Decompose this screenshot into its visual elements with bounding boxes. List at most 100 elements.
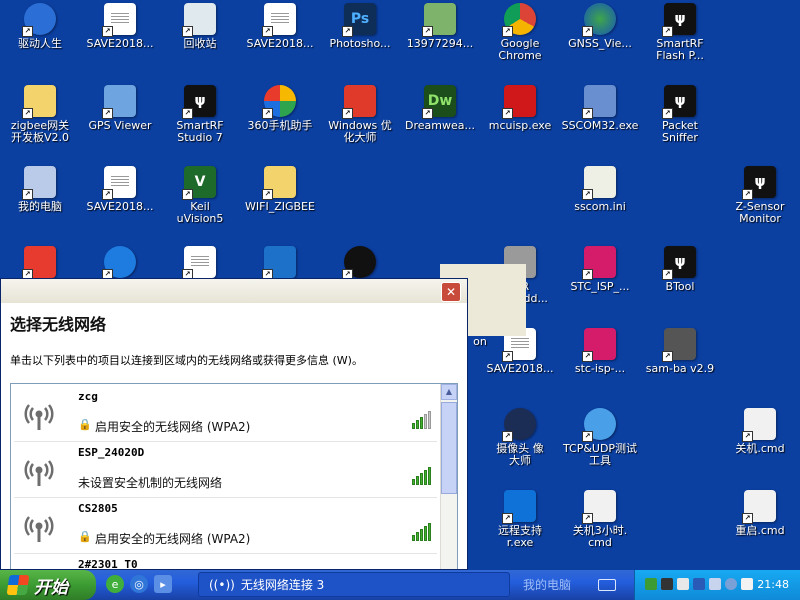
browser-icon[interactable]: ◎ xyxy=(130,575,148,593)
desktop-icon[interactable]: ↗ SAVE2018... xyxy=(80,3,160,50)
network-item[interactable]: CS2805 🔒 启用安全的无线网络 (WPA2) xyxy=(14,499,437,554)
shortcut-arrow-icon: ↗ xyxy=(422,26,433,37)
desktop-icon[interactable]: ↗ 关机.cmd xyxy=(720,408,800,455)
shortcut-arrow-icon: ↗ xyxy=(182,108,193,119)
desktop-icon[interactable]: ↗ stc-isp-... xyxy=(560,328,640,375)
taskbar: 开始 e ◎ ▸ ((•)) 无线网络连接 3 我的电脑 21:48 xyxy=(0,570,800,600)
ie-green-icon[interactable]: e xyxy=(106,575,124,593)
volume-tray-icon[interactable] xyxy=(725,578,737,590)
desktop-icon[interactable]: Dw ↗ Dreamwea... xyxy=(400,85,480,132)
desktop-icon[interactable]: ↗ xyxy=(320,246,400,281)
network-list[interactable]: zcg 🔒 启用安全的无线网络 (WPA2) ESP_24020D 未设置安全机制的无线… xyxy=(10,383,458,569)
desktop-icon[interactable]: ↗ GNSS_Vie... xyxy=(560,3,640,50)
desktop-icon[interactable]: ↗ sscom.ini xyxy=(560,166,640,213)
dreamweaver-icon: Dw ↗ xyxy=(422,85,456,119)
desktop-icon[interactable]: ↗ 远程支持 r.exe xyxy=(480,490,560,549)
shortcut-arrow-icon: ↗ xyxy=(182,189,193,200)
desktop-icon[interactable]: ↗ Google Chrome xyxy=(480,3,560,62)
start-button[interactable]: 开始 xyxy=(0,570,96,600)
desktop-icon[interactable]: ↗ 360手机助手 xyxy=(240,85,320,132)
desktop-icon[interactable]: ↗ SAVE2018... xyxy=(80,166,160,213)
wireless-antenna-icon xyxy=(22,453,56,487)
desktop-icon[interactable]: ψ ↗ Packet Sniffer xyxy=(640,85,720,144)
desktop-icon[interactable]: ↗ 关机3小时. cmd xyxy=(560,490,640,549)
taskbar-button-wireless[interactable]: ((•)) 无线网络连接 3 xyxy=(198,572,510,597)
desktop-icon[interactable]: ↗ xyxy=(160,246,240,281)
close-button[interactable]: ✕ xyxy=(441,282,461,302)
desktop-icon-label: SSCOM32.exe xyxy=(561,119,639,132)
ti-logo-icon: ψ ↗ xyxy=(742,166,776,200)
desktop-icon[interactable]: ↗ xyxy=(0,246,80,281)
media-icon[interactable]: ▸ xyxy=(154,575,172,593)
scroll-thumb[interactable] xyxy=(441,402,457,494)
desktop-icon[interactable]: ↗ mcuisp.exe xyxy=(480,85,560,132)
desktop-icon[interactable]: ↗ 我的电脑 xyxy=(0,166,80,213)
display-tray-icon[interactable] xyxy=(693,578,705,590)
network-item[interactable]: ESP_24020D 未设置安全机制的无线网络 xyxy=(14,443,437,498)
desktop-icon[interactable]: ↗ STC_ISP_... xyxy=(560,246,640,293)
desktop-icon-label: 远程支持 r.exe xyxy=(498,524,542,549)
desktop-icon[interactable]: ↗ 驱动人生 xyxy=(0,3,80,50)
desktop-icon[interactable]: ↗ xyxy=(240,246,320,281)
phone-tray-icon[interactable] xyxy=(741,578,753,590)
clock[interactable]: 21:48 xyxy=(757,578,789,591)
keyboard-icon[interactable] xyxy=(598,579,616,591)
blue-arrow-icon: ↗ xyxy=(102,246,136,280)
wireless-network-dialog[interactable]: ✕ 选择无线网络 单击以下列表中的项目以连接到区域内的无线网络或获得更多信息 (… xyxy=(0,278,468,570)
flag-tray-icon[interactable] xyxy=(677,578,689,590)
desktop-icon-label: Keil uVision5 xyxy=(176,200,224,225)
network-security: 未设置安全机制的无线网络 xyxy=(78,476,223,490)
recycle-bin-icon: ↗ xyxy=(182,3,216,37)
desktop-icon[interactable]: ↗ xyxy=(80,246,160,281)
desktop-icon-label: 我的电脑 xyxy=(18,200,62,213)
desktop-icon-label: Packet Sniffer xyxy=(662,119,698,144)
toolbar-label[interactable]: 我的电脑 xyxy=(523,576,571,593)
shortcut-arrow-icon: ↗ xyxy=(662,351,673,362)
shortcut-arrow-icon: ↗ xyxy=(582,269,593,280)
building-icon: ↗ xyxy=(582,85,616,119)
desktop-icon[interactable]: ↗ WIFI_ZIGBEE xyxy=(240,166,320,213)
desktop-icon[interactable]: ↗ GPS Viewer xyxy=(80,85,160,132)
desktop-icon[interactable]: ↗ sam-ba v2.9 xyxy=(640,328,720,375)
desktop-icon[interactable]: ψ ↗ BTool xyxy=(640,246,720,293)
desktop-icon-label: Dreamwea... xyxy=(405,119,475,132)
scroll-up-arrow-icon[interactable]: ▲ xyxy=(441,384,457,400)
desktop-icon[interactable]: ↗ 回收站 xyxy=(160,3,240,50)
desktop-icon[interactable]: Ps ↗ Photosho... xyxy=(320,3,400,50)
shortcut-arrow-icon: ↗ xyxy=(582,108,593,119)
desktop-icon[interactable]: ↗ zigbee网关 开发板V2.0 xyxy=(0,85,80,144)
shortcut-arrow-icon: ↗ xyxy=(582,26,593,37)
network-tray-icon[interactable] xyxy=(645,578,657,590)
desktop-icon[interactable]: ↗ 重启.cmd xyxy=(720,490,800,537)
desktop-icon-label: stc-isp-... xyxy=(574,362,626,375)
desktop-icon[interactable]: ψ ↗ SmartRF Flash P... xyxy=(640,3,720,62)
desktop-icon-label: zigbee网关 开发板V2.0 xyxy=(10,119,70,144)
desktop-icon[interactable]: ↗ 13977294... xyxy=(400,3,480,50)
shortcut-arrow-icon: ↗ xyxy=(422,108,433,119)
camera-tray-icon[interactable] xyxy=(661,578,673,590)
desktop-icon[interactable]: ↗ SSCOM32.exe xyxy=(560,85,640,132)
desktop-icon-label: 关机3小时. cmd xyxy=(572,524,628,549)
scrollbar[interactable]: ▲ xyxy=(440,384,457,569)
desktop-icon[interactable]: ↗ 摄像头 像 大师 xyxy=(480,408,560,467)
desktop-icon[interactable]: ↗ SAVE2018... xyxy=(240,3,320,50)
ti-logo-icon: ψ ↗ xyxy=(662,85,696,119)
desktop-icon[interactable]: ψ ↗ Z-Sensor Monitor xyxy=(720,166,800,225)
desktop-icon-label: SAVE2018... xyxy=(86,37,154,50)
network-security: 启用安全的无线网络 (WPA2) xyxy=(95,420,251,434)
desktop-icon[interactable]: ψ ↗ SmartRF Studio 7 xyxy=(160,85,240,144)
signal-strength-icon xyxy=(411,465,431,485)
wireless-antenna-icon xyxy=(22,509,56,543)
printer-tray-icon[interactable] xyxy=(709,578,721,590)
qq-penguin-icon: ↗ xyxy=(342,246,376,280)
document-icon: ↗ xyxy=(102,3,136,37)
desktop-icon[interactable]: V ↗ Keil uVision5 xyxy=(160,166,240,225)
desktop-icon[interactable]: ↗ TCP&UDP测试 工具 xyxy=(560,408,640,467)
shortcut-arrow-icon: ↗ xyxy=(502,108,513,119)
network-item[interactable]: zcg 🔒 启用安全的无线网络 (WPA2) xyxy=(14,387,437,442)
desktop-icon-label: Z-Sensor Monitor xyxy=(735,200,785,225)
shortcut-arrow-icon: ↗ xyxy=(102,189,113,200)
teamviewer-icon: ↗ xyxy=(502,490,536,524)
network-item[interactable]: 2#2301_T0 xyxy=(14,555,437,569)
desktop-icon[interactable]: ↗ Windows 优 化大师 xyxy=(320,85,400,144)
